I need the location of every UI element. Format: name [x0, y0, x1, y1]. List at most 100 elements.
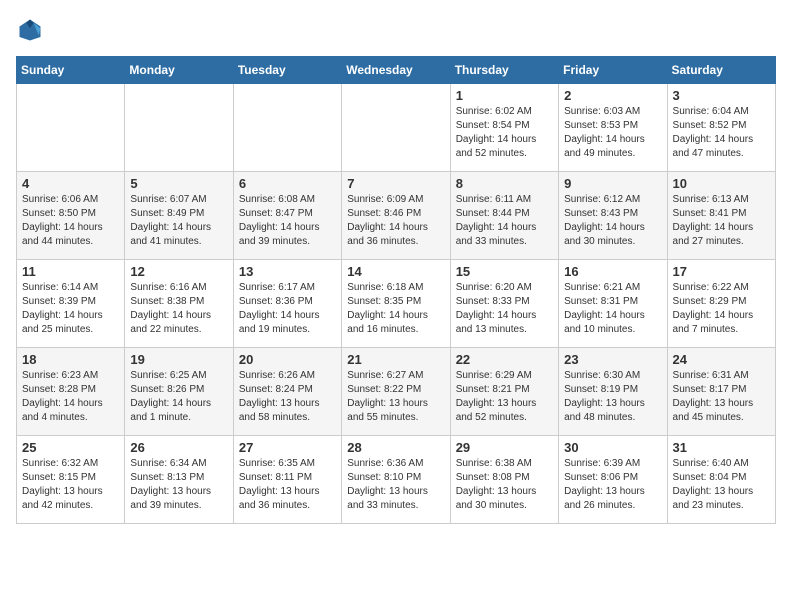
- day-detail: Sunrise: 6:22 AM Sunset: 8:29 PM Dayligh…: [673, 282, 754, 335]
- day-detail: Sunrise: 6:06 AM Sunset: 8:50 PM Dayligh…: [22, 194, 103, 247]
- day-number: 2: [564, 88, 661, 103]
- day-detail: Sunrise: 6:26 AM Sunset: 8:24 PM Dayligh…: [239, 370, 320, 423]
- day-number: 17: [673, 264, 770, 279]
- day-detail: Sunrise: 6:39 AM Sunset: 8:06 PM Dayligh…: [564, 458, 645, 511]
- logo: [16, 16, 48, 44]
- calendar-cell: 27 Sunrise: 6:35 AM Sunset: 8:11 PM Dayli…: [233, 436, 341, 524]
- day-detail: Sunrise: 6:35 AM Sunset: 8:11 PM Dayligh…: [239, 458, 320, 511]
- weekday-header-wednesday: Wednesday: [342, 57, 450, 84]
- calendar-cell: 21 Sunrise: 6:27 AM Sunset: 8:22 PM Dayli…: [342, 348, 450, 436]
- calendar-week-4: 18 Sunrise: 6:23 AM Sunset: 8:28 PM Dayli…: [17, 348, 776, 436]
- day-detail: Sunrise: 6:32 AM Sunset: 8:15 PM Dayligh…: [22, 458, 103, 511]
- calendar-cell: 19Sunrise: 6:25 AM Sunset: 8:26 PM Dayli…: [125, 348, 233, 436]
- day-number: 24: [673, 352, 770, 367]
- day-detail: Sunrise: 6:12 AM Sunset: 8:43 PM Dayligh…: [564, 194, 645, 247]
- day-detail: Sunrise: 6:11 AM Sunset: 8:44 PM Dayligh…: [456, 194, 537, 247]
- calendar-header: SundayMondayTuesdayWednesdayThursdayFrid…: [17, 57, 776, 84]
- calendar-cell: [125, 84, 233, 172]
- day-number: 18: [22, 352, 119, 367]
- calendar-cell: 20 Sunrise: 6:26 AM Sunset: 8:24 PM Dayli…: [233, 348, 341, 436]
- calendar-week-3: 11Sunrise: 6:14 AM Sunset: 8:39 PM Dayli…: [17, 260, 776, 348]
- day-detail: Sunrise: 6:09 AM Sunset: 8:46 PM Dayligh…: [347, 194, 428, 247]
- day-detail: Sunrise: 6:14 AM Sunset: 8:39 PM Dayligh…: [22, 282, 103, 335]
- calendar-cell: 28Sunrise: 6:36 AM Sunset: 8:10 PM Dayli…: [342, 436, 450, 524]
- day-number: 16: [564, 264, 661, 279]
- day-detail: Sunrise: 6:34 AM Sunset: 8:13 PM Dayligh…: [130, 458, 211, 511]
- day-detail: Sunrise: 6:21 AM Sunset: 8:31 PM Dayligh…: [564, 282, 645, 335]
- day-detail: Sunrise: 6:18 AM Sunset: 8:35 PM Dayligh…: [347, 282, 428, 335]
- calendar-cell: 4 Sunrise: 6:06 AM Sunset: 8:50 PM Daylig…: [17, 172, 125, 260]
- day-number: 20: [239, 352, 336, 367]
- day-detail: Sunrise: 6:08 AM Sunset: 8:47 PM Dayligh…: [239, 194, 320, 247]
- calendar-cell: [342, 84, 450, 172]
- weekday-header-thursday: Thursday: [450, 57, 558, 84]
- day-number: 14: [347, 264, 444, 279]
- calendar-week-1: 1Sunrise: 6:02 AM Sunset: 8:54 PM Daylig…: [17, 84, 776, 172]
- calendar-cell: 7Sunrise: 6:09 AM Sunset: 8:46 PM Daylig…: [342, 172, 450, 260]
- day-detail: Sunrise: 6:30 AM Sunset: 8:19 PM Dayligh…: [564, 370, 645, 423]
- day-detail: Sunrise: 6:38 AM Sunset: 8:08 PM Dayligh…: [456, 458, 537, 511]
- page-header: [16, 16, 776, 44]
- day-number: 8: [456, 176, 553, 191]
- day-detail: Sunrise: 6:40 AM Sunset: 8:04 PM Dayligh…: [673, 458, 754, 511]
- day-number: 27: [239, 440, 336, 455]
- calendar-cell: 5Sunrise: 6:07 AM Sunset: 8:49 PM Daylig…: [125, 172, 233, 260]
- calendar-cell: 13 Sunrise: 6:17 AM Sunset: 8:36 PM Dayli…: [233, 260, 341, 348]
- day-number: 31: [673, 440, 770, 455]
- calendar-cell: 8 Sunrise: 6:11 AM Sunset: 8:44 PM Daylig…: [450, 172, 558, 260]
- weekday-header-row: SundayMondayTuesdayWednesdayThursdayFrid…: [17, 57, 776, 84]
- day-number: 9: [564, 176, 661, 191]
- day-detail: Sunrise: 6:20 AM Sunset: 8:33 PM Dayligh…: [456, 282, 537, 335]
- day-detail: Sunrise: 6:23 AM Sunset: 8:28 PM Dayligh…: [22, 370, 103, 423]
- day-number: 12: [130, 264, 227, 279]
- calendar-cell: 12 Sunrise: 6:16 AM Sunset: 8:38 PM Dayli…: [125, 260, 233, 348]
- day-number: 10: [673, 176, 770, 191]
- day-detail: Sunrise: 6:16 AM Sunset: 8:38 PM Dayligh…: [130, 282, 211, 335]
- weekday-header-friday: Friday: [559, 57, 667, 84]
- calendar-cell: 25Sunrise: 6:32 AM Sunset: 8:15 PM Dayli…: [17, 436, 125, 524]
- day-detail: Sunrise: 6:13 AM Sunset: 8:41 PM Dayligh…: [673, 194, 754, 247]
- calendar-cell: 6 Sunrise: 6:08 AM Sunset: 8:47 PM Daylig…: [233, 172, 341, 260]
- calendar-cell: [233, 84, 341, 172]
- weekday-header-saturday: Saturday: [667, 57, 775, 84]
- day-number: 23: [564, 352, 661, 367]
- calendar-cell: 1Sunrise: 6:02 AM Sunset: 8:54 PM Daylig…: [450, 84, 558, 172]
- day-number: 5: [130, 176, 227, 191]
- day-detail: Sunrise: 6:31 AM Sunset: 8:17 PM Dayligh…: [673, 370, 754, 423]
- calendar-cell: 18 Sunrise: 6:23 AM Sunset: 8:28 PM Dayli…: [17, 348, 125, 436]
- day-number: 6: [239, 176, 336, 191]
- calendar-cell: 24 Sunrise: 6:31 AM Sunset: 8:17 PM Dayli…: [667, 348, 775, 436]
- day-number: 13: [239, 264, 336, 279]
- day-number: 4: [22, 176, 119, 191]
- calendar-cell: 22 Sunrise: 6:29 AM Sunset: 8:21 PM Dayli…: [450, 348, 558, 436]
- day-number: 3: [673, 88, 770, 103]
- day-number: 26: [130, 440, 227, 455]
- day-number: 21: [347, 352, 444, 367]
- day-detail: Sunrise: 6:27 AM Sunset: 8:22 PM Dayligh…: [347, 370, 428, 423]
- calendar-cell: 10 Sunrise: 6:13 AM Sunset: 8:41 PM Dayli…: [667, 172, 775, 260]
- calendar-week-5: 25Sunrise: 6:32 AM Sunset: 8:15 PM Dayli…: [17, 436, 776, 524]
- calendar-cell: [17, 84, 125, 172]
- calendar-cell: 11Sunrise: 6:14 AM Sunset: 8:39 PM Dayli…: [17, 260, 125, 348]
- day-detail: Sunrise: 6:02 AM Sunset: 8:54 PM Dayligh…: [456, 106, 537, 159]
- calendar-week-2: 4 Sunrise: 6:06 AM Sunset: 8:50 PM Daylig…: [17, 172, 776, 260]
- calendar-cell: 2Sunrise: 6:03 AM Sunset: 8:53 PM Daylig…: [559, 84, 667, 172]
- day-detail: Sunrise: 6:29 AM Sunset: 8:21 PM Dayligh…: [456, 370, 537, 423]
- calendar-cell: 29 Sunrise: 6:38 AM Sunset: 8:08 PM Dayli…: [450, 436, 558, 524]
- day-number: 15: [456, 264, 553, 279]
- calendar-cell: 23 Sunrise: 6:30 AM Sunset: 8:19 PM Dayli…: [559, 348, 667, 436]
- calendar-cell: 17 Sunrise: 6:22 AM Sunset: 8:29 PM Dayli…: [667, 260, 775, 348]
- day-number: 19: [130, 352, 227, 367]
- calendar-cell: 3Sunrise: 6:04 AM Sunset: 8:52 PM Daylig…: [667, 84, 775, 172]
- calendar-body: 1Sunrise: 6:02 AM Sunset: 8:54 PM Daylig…: [17, 84, 776, 524]
- weekday-header-sunday: Sunday: [17, 57, 125, 84]
- calendar-cell: 15 Sunrise: 6:20 AM Sunset: 8:33 PM Dayli…: [450, 260, 558, 348]
- day-detail: Sunrise: 6:17 AM Sunset: 8:36 PM Dayligh…: [239, 282, 320, 335]
- day-number: 29: [456, 440, 553, 455]
- day-detail: Sunrise: 6:36 AM Sunset: 8:10 PM Dayligh…: [347, 458, 428, 511]
- day-number: 30: [564, 440, 661, 455]
- calendar-cell: 9 Sunrise: 6:12 AM Sunset: 8:43 PM Daylig…: [559, 172, 667, 260]
- calendar-cell: 14 Sunrise: 6:18 AM Sunset: 8:35 PM Dayli…: [342, 260, 450, 348]
- day-number: 22: [456, 352, 553, 367]
- calendar-cell: 30 Sunrise: 6:39 AM Sunset: 8:06 PM Dayli…: [559, 436, 667, 524]
